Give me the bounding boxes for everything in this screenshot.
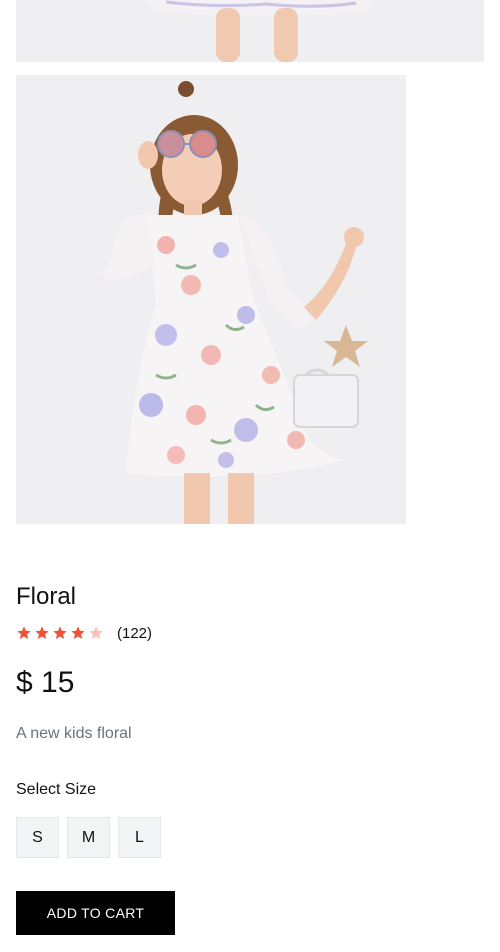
product-rating: (122)	[16, 623, 152, 643]
product-image-previous[interactable]	[16, 0, 484, 62]
star-filled-icon	[17, 626, 31, 639]
product-price: $ 15	[16, 666, 75, 699]
product-description: A new kids floral	[16, 725, 132, 742]
product-image-main[interactable]	[16, 75, 406, 524]
product-title: Floral	[16, 583, 77, 610]
size-option-s[interactable]: S	[16, 817, 59, 858]
rating-stars	[16, 625, 104, 641]
size-option-l[interactable]: L	[118, 817, 161, 858]
size-options: S M L	[16, 817, 161, 858]
add-to-cart-button[interactable]: ADD TO CART	[16, 891, 175, 935]
star-filled-icon	[35, 626, 49, 639]
product-photo-girl-floral-dress	[16, 75, 406, 524]
star-filled-icon	[71, 626, 85, 639]
size-selector-label: Select Size	[16, 781, 97, 798]
size-option-m[interactable]: M	[67, 817, 110, 858]
review-count[interactable]: (122)	[117, 625, 152, 642]
star-filled-icon	[53, 626, 67, 639]
product-photo-cropped	[16, 0, 484, 62]
star-empty-icon	[89, 626, 103, 639]
